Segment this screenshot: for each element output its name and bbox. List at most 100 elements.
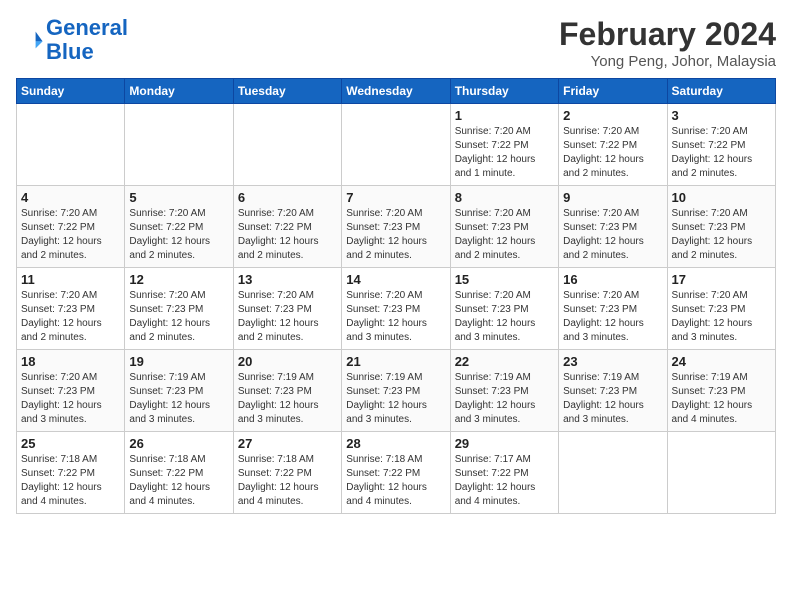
- calendar-cell: 19Sunrise: 7:19 AM Sunset: 7:23 PM Dayli…: [125, 350, 233, 432]
- calendar-cell: 18 Sunrise: 7:20 AM Sunset: 7:23 PM Dayli…: [17, 350, 125, 432]
- day-info: Sunrise: 7:20 AM Sunset: 7:23 PM Dayligh…: [346, 289, 445, 345]
- calendar-week-row: 25 Sunrise: 7:18 AM Sunset: 7:22 PM Dayli…: [17, 432, 776, 514]
- day-number: 15: [455, 272, 554, 287]
- calendar-day-header: Friday: [559, 79, 667, 104]
- day-number: 2: [563, 108, 662, 123]
- day-number: 16: [563, 272, 662, 287]
- day-info: Sunrise: 7:20 AM Sunset: 7:22 PM Dayligh…: [672, 125, 771, 181]
- month-year: February 2024: [559, 16, 776, 53]
- calendar-day-header: Thursday: [450, 79, 558, 104]
- calendar-day-header: Monday: [125, 79, 233, 104]
- day-number: 17: [672, 272, 771, 287]
- location: Yong Peng, Johor, Malaysia: [559, 53, 776, 70]
- calendar-day-header: Saturday: [667, 79, 775, 104]
- calendar-cell: [667, 432, 775, 514]
- page-header: General Blue February 2024 Yong Peng, Jo…: [16, 16, 776, 70]
- day-info: Sunrise: 7:19 AM Sunset: 7:23 PM Dayligh…: [455, 371, 554, 427]
- day-info: Sunrise: 7:20 AM Sunset: 7:23 PM Dayligh…: [672, 289, 771, 345]
- day-number: 28: [346, 436, 445, 451]
- day-number: 21: [346, 354, 445, 369]
- day-number: 1: [455, 108, 554, 123]
- calendar-cell: 11 Sunrise: 7:20 AM Sunset: 7:23 PM Dayli…: [17, 268, 125, 350]
- day-number: 5: [129, 190, 228, 205]
- day-number: 20: [238, 354, 337, 369]
- day-number: 13: [238, 272, 337, 287]
- day-info: Sunrise: 7:20 AM Sunset: 7:23 PM Dayligh…: [129, 289, 228, 345]
- day-number: 7: [346, 190, 445, 205]
- day-number: 25: [21, 436, 120, 451]
- calendar-week-row: 18 Sunrise: 7:20 AM Sunset: 7:23 PM Dayli…: [17, 350, 776, 432]
- day-info: Sunrise: 7:18 AM Sunset: 7:22 PM Dayligh…: [238, 453, 337, 509]
- day-number: 11: [21, 272, 120, 287]
- day-number: 19: [129, 354, 228, 369]
- day-info: Sunrise: 7:20 AM Sunset: 7:23 PM Dayligh…: [346, 207, 445, 263]
- calendar-cell: 5 Sunrise: 7:20 AM Sunset: 7:22 PM Daylig…: [125, 186, 233, 268]
- calendar-cell: [559, 432, 667, 514]
- day-info: Sunrise: 7:19 AM Sunset: 7:23 PM Dayligh…: [346, 371, 445, 427]
- day-info: Sunrise: 7:20 AM Sunset: 7:23 PM Dayligh…: [21, 289, 120, 345]
- calendar-cell: 21 Sunrise: 7:19 AM Sunset: 7:23 PM Dayli…: [342, 350, 450, 432]
- calendar-header-row: SundayMondayTuesdayWednesdayThursdayFrid…: [17, 79, 776, 104]
- calendar-cell: [125, 104, 233, 186]
- day-info: Sunrise: 7:20 AM Sunset: 7:23 PM Dayligh…: [455, 207, 554, 263]
- calendar-week-row: 1 Sunrise: 7:20 AM Sunset: 7:22 PM Daylig…: [17, 104, 776, 186]
- calendar-cell: 29 Sunrise: 7:17 AM Sunset: 7:22 PM Dayli…: [450, 432, 558, 514]
- calendar-cell: 27 Sunrise: 7:18 AM Sunset: 7:22 PM Dayli…: [233, 432, 341, 514]
- day-info: Sunrise: 7:20 AM Sunset: 7:22 PM Dayligh…: [563, 125, 662, 181]
- calendar-cell: 9Sunrise: 7:20 AM Sunset: 7:23 PM Daylig…: [559, 186, 667, 268]
- day-info: Sunrise: 7:19 AM Sunset: 7:23 PM Dayligh…: [563, 371, 662, 427]
- calendar-cell: 25 Sunrise: 7:18 AM Sunset: 7:22 PM Dayli…: [17, 432, 125, 514]
- calendar-cell: 8 Sunrise: 7:20 AM Sunset: 7:23 PM Daylig…: [450, 186, 558, 268]
- calendar-cell: 22Sunrise: 7:19 AM Sunset: 7:23 PM Dayli…: [450, 350, 558, 432]
- calendar-day-header: Sunday: [17, 79, 125, 104]
- day-info: Sunrise: 7:18 AM Sunset: 7:22 PM Dayligh…: [129, 453, 228, 509]
- calendar-cell: 12 Sunrise: 7:20 AM Sunset: 7:23 PM Dayli…: [125, 268, 233, 350]
- calendar-cell: 7 Sunrise: 7:20 AM Sunset: 7:23 PM Daylig…: [342, 186, 450, 268]
- day-number: 24: [672, 354, 771, 369]
- title-block: February 2024 Yong Peng, Johor, Malaysia: [559, 16, 776, 70]
- day-number: 14: [346, 272, 445, 287]
- day-info: Sunrise: 7:18 AM Sunset: 7:22 PM Dayligh…: [21, 453, 120, 509]
- calendar-cell: 20 Sunrise: 7:19 AM Sunset: 7:23 PM Dayli…: [233, 350, 341, 432]
- day-number: 4: [21, 190, 120, 205]
- day-info: Sunrise: 7:20 AM Sunset: 7:23 PM Dayligh…: [455, 289, 554, 345]
- day-info: Sunrise: 7:20 AM Sunset: 7:23 PM Dayligh…: [238, 289, 337, 345]
- day-number: 8: [455, 190, 554, 205]
- day-number: 27: [238, 436, 337, 451]
- day-number: 12: [129, 272, 228, 287]
- day-info: Sunrise: 7:20 AM Sunset: 7:23 PM Dayligh…: [672, 207, 771, 263]
- calendar-cell: 28 Sunrise: 7:18 AM Sunset: 7:22 PM Dayli…: [342, 432, 450, 514]
- calendar-cell: 16 Sunrise: 7:20 AM Sunset: 7:23 PM Dayli…: [559, 268, 667, 350]
- day-number: 23: [563, 354, 662, 369]
- calendar-cell: 23 Sunrise: 7:19 AM Sunset: 7:23 PM Dayli…: [559, 350, 667, 432]
- calendar-cell: 13 Sunrise: 7:20 AM Sunset: 7:23 PM Dayli…: [233, 268, 341, 350]
- calendar-cell: 17 Sunrise: 7:20 AM Sunset: 7:23 PM Dayli…: [667, 268, 775, 350]
- day-number: 6: [238, 190, 337, 205]
- day-number: 3: [672, 108, 771, 123]
- day-number: 9: [563, 190, 662, 205]
- day-info: Sunrise: 7:17 AM Sunset: 7:22 PM Dayligh…: [455, 453, 554, 509]
- calendar-week-row: 4 Sunrise: 7:20 AM Sunset: 7:22 PM Daylig…: [17, 186, 776, 268]
- calendar-day-header: Wednesday: [342, 79, 450, 104]
- calendar-cell: [233, 104, 341, 186]
- calendar-cell: 4 Sunrise: 7:20 AM Sunset: 7:22 PM Daylig…: [17, 186, 125, 268]
- calendar-week-row: 11 Sunrise: 7:20 AM Sunset: 7:23 PM Dayli…: [17, 268, 776, 350]
- day-number: 18: [21, 354, 120, 369]
- calendar-cell: 15 Sunrise: 7:20 AM Sunset: 7:23 PM Dayli…: [450, 268, 558, 350]
- calendar-cell: 26Sunrise: 7:18 AM Sunset: 7:22 PM Dayli…: [125, 432, 233, 514]
- calendar-cell: 1 Sunrise: 7:20 AM Sunset: 7:22 PM Daylig…: [450, 104, 558, 186]
- day-info: Sunrise: 7:20 AM Sunset: 7:23 PM Dayligh…: [21, 371, 120, 427]
- day-info: Sunrise: 7:20 AM Sunset: 7:22 PM Dayligh…: [21, 207, 120, 263]
- calendar-cell: 3 Sunrise: 7:20 AM Sunset: 7:22 PM Daylig…: [667, 104, 775, 186]
- calendar-cell: 10Sunrise: 7:20 AM Sunset: 7:23 PM Dayli…: [667, 186, 775, 268]
- day-info: Sunrise: 7:20 AM Sunset: 7:23 PM Dayligh…: [563, 289, 662, 345]
- day-info: Sunrise: 7:20 AM Sunset: 7:22 PM Dayligh…: [129, 207, 228, 263]
- day-info: Sunrise: 7:19 AM Sunset: 7:23 PM Dayligh…: [238, 371, 337, 427]
- calendar-day-header: Tuesday: [233, 79, 341, 104]
- calendar-cell: 2 Sunrise: 7:20 AM Sunset: 7:22 PM Daylig…: [559, 104, 667, 186]
- day-info: Sunrise: 7:20 AM Sunset: 7:22 PM Dayligh…: [455, 125, 554, 181]
- calendar-cell: 6Sunrise: 7:20 AM Sunset: 7:22 PM Daylig…: [233, 186, 341, 268]
- day-info: Sunrise: 7:18 AM Sunset: 7:22 PM Dayligh…: [346, 453, 445, 509]
- day-number: 29: [455, 436, 554, 451]
- calendar-cell: [17, 104, 125, 186]
